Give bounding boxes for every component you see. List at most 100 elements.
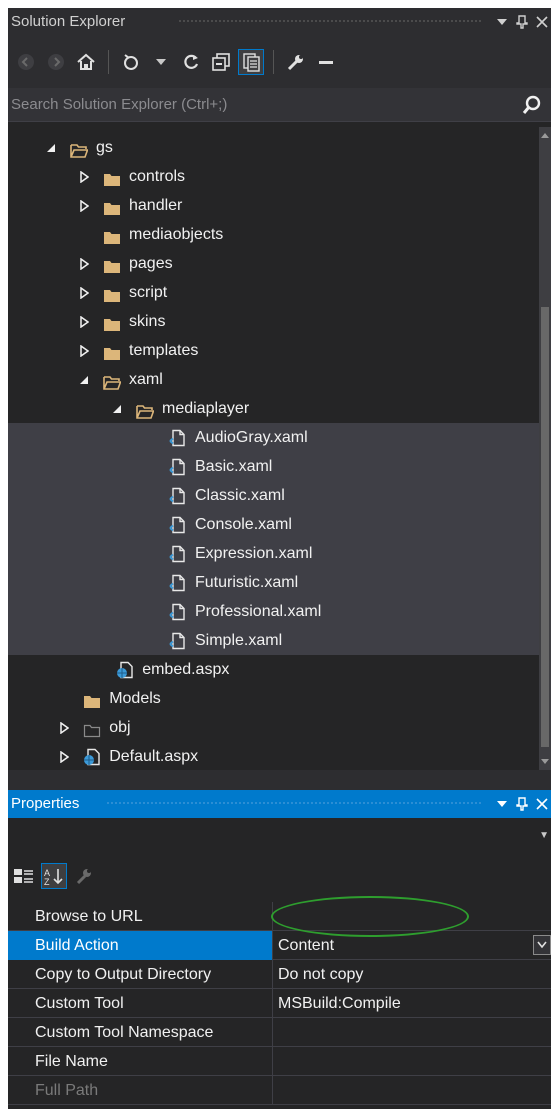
chevron-down-icon[interactable] — [533, 935, 551, 955]
visual-studio-window: Solution Explorer Search Solution Explor… — [8, 8, 551, 1109]
collapsed-arrow-icon[interactable] — [77, 336, 91, 365]
collapsed-arrow-icon[interactable] — [57, 713, 71, 742]
tree-item-label: Expression.xaml — [195, 545, 313, 562]
scroll-down-icon[interactable] — [541, 759, 549, 764]
tree-item[interactable]: mediaobjects — [8, 220, 539, 249]
refresh-icon[interactable] — [179, 50, 203, 74]
tree-item[interactable]: Professional.xaml — [8, 597, 539, 626]
tree-item[interactable]: gs — [8, 133, 539, 162]
property-name[interactable]: File Name — [8, 1047, 273, 1076]
property-row[interactable]: Custom Tool MSBuild:Compile — [8, 989, 551, 1018]
window-position-dropdown-icon[interactable] — [493, 11, 511, 33]
properties-title-bar[interactable]: Properties — [8, 790, 551, 818]
folder-icon — [103, 284, 121, 302]
collapse-all-icon[interactable] — [209, 50, 233, 74]
pin-icon[interactable] — [513, 793, 531, 815]
tree-item[interactable]: script — [8, 278, 539, 307]
tree-item[interactable]: Classic.xaml — [8, 481, 539, 510]
xaml-file-icon — [169, 544, 187, 563]
collapsed-arrow-icon[interactable] — [77, 278, 91, 307]
property-name[interactable]: Copy to Output Directory — [8, 960, 273, 989]
tree-item[interactable]: Basic.xaml — [8, 452, 539, 481]
scroll-up-icon[interactable] — [541, 133, 549, 138]
title-grip[interactable] — [178, 19, 481, 24]
property-name[interactable]: Build Action — [8, 931, 273, 960]
tree-item[interactable]: AudioGray.xaml — [8, 423, 539, 452]
title-grip[interactable] — [106, 801, 481, 806]
property-value[interactable]: Do not copy — [278, 960, 363, 989]
property-row[interactable]: Full Path — [8, 1076, 551, 1105]
preview-icon[interactable] — [314, 50, 338, 74]
folder-icon — [83, 690, 101, 708]
tree-item[interactable]: handler — [8, 191, 539, 220]
solution-tree: gs controls handler mediaobjects pages script… — [8, 127, 539, 770]
tree-item[interactable]: skins — [8, 307, 539, 336]
tree-vertical-scrollbar[interactable] — [539, 127, 551, 770]
tree-item-label: AudioGray.xaml — [195, 429, 308, 446]
close-icon[interactable] — [533, 793, 551, 815]
property-pages-icon[interactable] — [72, 864, 96, 888]
property-name[interactable]: Full Path — [8, 1076, 273, 1105]
scrollbar-thumb[interactable] — [541, 307, 549, 747]
property-name[interactable]: Custom Tool Namespace — [8, 1018, 273, 1047]
forward-icon[interactable] — [44, 50, 68, 74]
tree-item[interactable]: controls — [8, 162, 539, 191]
tree-item[interactable]: Default.aspx — [8, 742, 539, 770]
property-name[interactable]: Browse to URL — [8, 902, 273, 931]
chevron-down-icon[interactable]: ▼ — [539, 830, 549, 841]
xaml-file-icon — [169, 573, 187, 592]
alphabetical-icon[interactable]: AZ — [41, 863, 67, 889]
tree-item[interactable]: xaml — [8, 365, 539, 394]
categorized-icon[interactable] — [12, 864, 36, 888]
svg-text:Z: Z — [44, 877, 50, 886]
tree-item[interactable]: Models — [8, 684, 539, 713]
tree-item[interactable]: Simple.xaml — [8, 626, 539, 655]
search-icon[interactable] — [521, 94, 543, 116]
back-icon[interactable] — [14, 50, 38, 74]
aspx-file-icon — [83, 747, 101, 766]
search-input[interactable] — [8, 88, 508, 121]
collapsed-arrow-icon[interactable] — [77, 162, 91, 191]
property-row[interactable]: Copy to Output Directory Do not copy — [8, 960, 551, 989]
tree-item[interactable]: embed.aspx — [8, 655, 539, 684]
tree-item[interactable]: pages — [8, 249, 539, 278]
property-row[interactable]: File Name — [8, 1047, 551, 1076]
tree-item[interactable]: templates — [8, 336, 539, 365]
tree-item-label: embed.aspx — [142, 661, 230, 678]
tree-item[interactable]: Futuristic.xaml — [8, 568, 539, 597]
property-row[interactable]: Custom Tool Namespace — [8, 1018, 551, 1047]
tree-item[interactable]: obj — [8, 713, 539, 742]
solution-explorer-title-bar[interactable]: Solution Explorer — [8, 8, 551, 36]
collapsed-arrow-icon[interactable] — [57, 742, 71, 770]
show-all-files-icon[interactable] — [238, 49, 264, 75]
xaml-file-icon — [169, 428, 187, 447]
pending-changes-icon[interactable] — [119, 50, 143, 74]
tree-item[interactable]: mediaplayer — [8, 394, 539, 423]
solution-explorer-toolbar — [8, 36, 551, 88]
dropdown-arrow-icon[interactable] — [149, 50, 173, 74]
properties-title: Properties — [11, 795, 80, 812]
property-name[interactable]: Custom Tool — [8, 989, 273, 1018]
collapsed-arrow-icon[interactable] — [77, 249, 91, 278]
object-selector-combobox[interactable]: ▼ — [8, 818, 551, 856]
expanded-arrow-icon[interactable] — [44, 133, 58, 162]
properties-wrench-icon[interactable] — [284, 50, 308, 74]
tree-item[interactable]: Console.xaml — [8, 510, 539, 539]
tree-item[interactable]: Expression.xaml — [8, 539, 539, 568]
property-row[interactable]: Browse to URL — [8, 902, 551, 931]
property-row[interactable]: Build Action Content — [8, 931, 551, 960]
folder-open-icon — [103, 371, 122, 390]
expanded-arrow-icon[interactable] — [77, 365, 91, 394]
window-position-dropdown-icon[interactable] — [493, 793, 511, 815]
property-value[interactable]: MSBuild:Compile — [278, 989, 401, 1018]
collapsed-arrow-icon[interactable] — [77, 307, 91, 336]
collapsed-arrow-icon[interactable] — [77, 191, 91, 220]
panel-splitter[interactable] — [8, 770, 551, 790]
tree-item-label: Futuristic.xaml — [195, 574, 299, 591]
close-icon[interactable] — [533, 11, 551, 33]
tree-item-label: templates — [129, 342, 199, 359]
pin-icon[interactable] — [513, 11, 531, 33]
property-value[interactable]: Content — [278, 931, 334, 960]
expanded-arrow-icon[interactable] — [110, 394, 124, 423]
home-icon[interactable] — [74, 50, 98, 74]
